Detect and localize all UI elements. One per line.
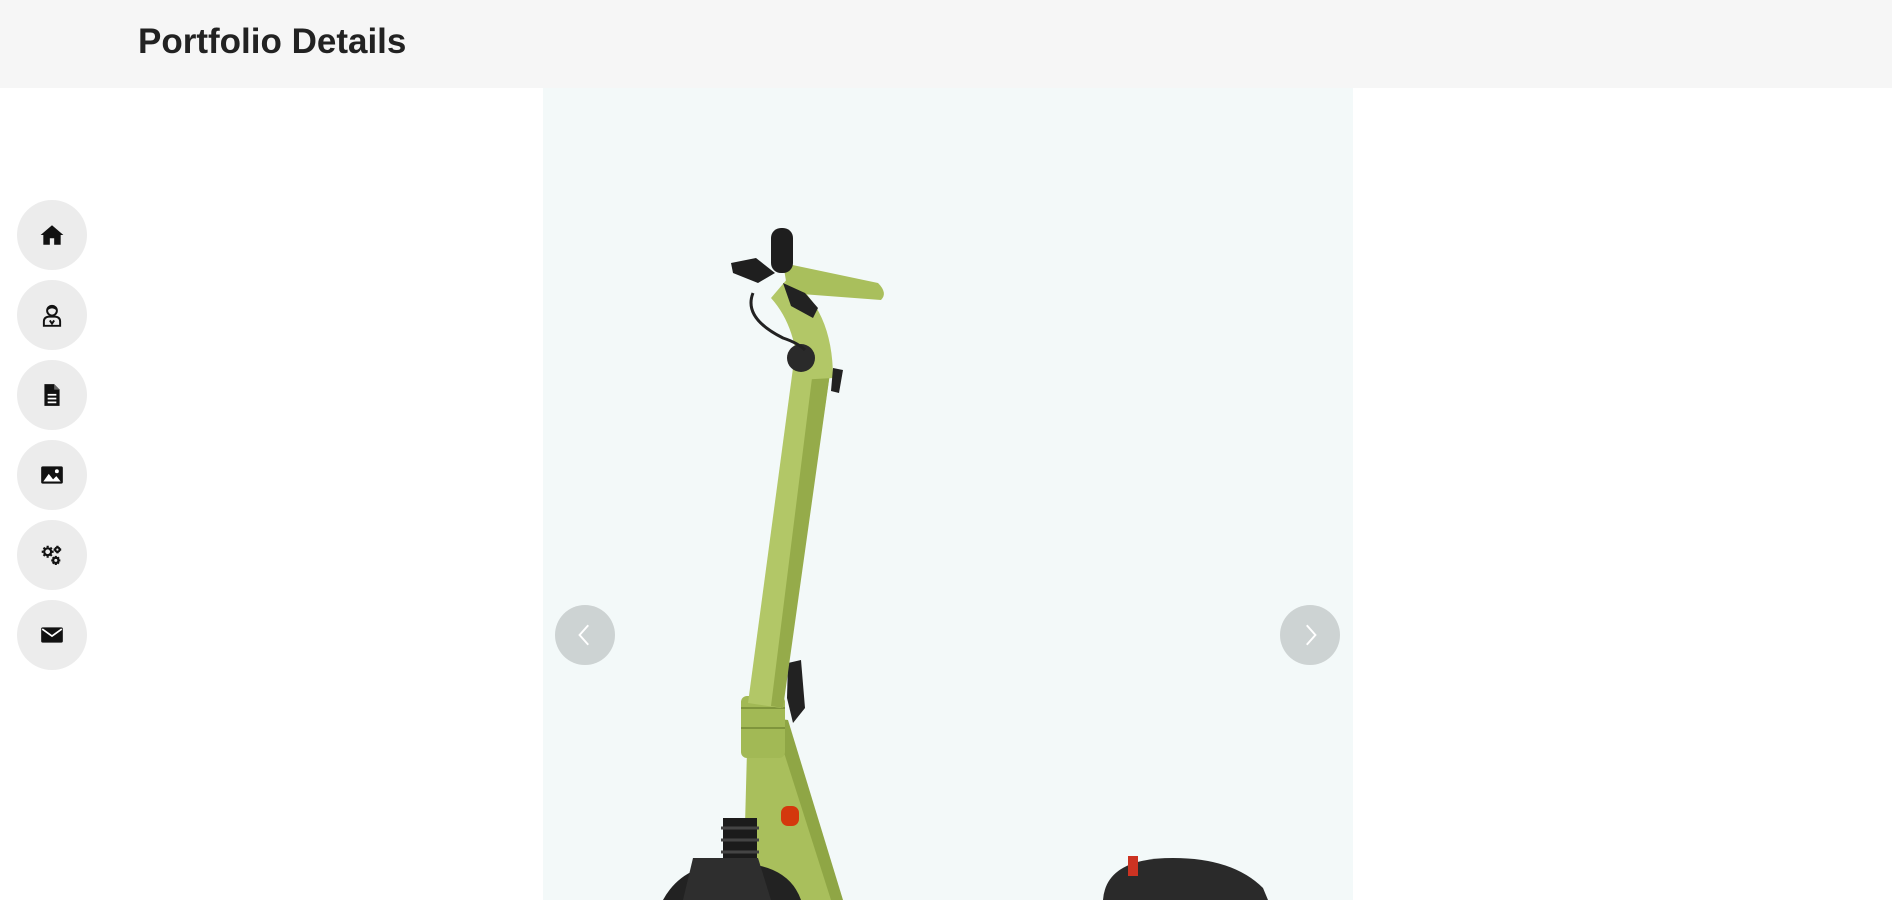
nav-resume-button[interactable]	[17, 360, 87, 430]
scooter-image	[543, 88, 1353, 900]
document-icon	[44, 384, 60, 406]
envelope-icon	[41, 627, 63, 643]
nav-portfolio-button[interactable]	[17, 440, 87, 510]
nav-home-button[interactable]	[17, 200, 87, 270]
chevron-left-icon	[578, 624, 589, 646]
page-header: Portfolio Details	[0, 0, 1892, 88]
page-title: Portfolio Details	[138, 22, 407, 61]
chevron-right-icon	[1306, 624, 1317, 646]
side-nav	[17, 200, 87, 680]
gears-icon	[41, 545, 62, 565]
nav-contact-button[interactable]	[17, 600, 87, 670]
image-icon	[41, 466, 63, 484]
portfolio-slider	[543, 88, 1353, 900]
slider-next-button[interactable]	[1280, 605, 1340, 665]
slider-prev-button[interactable]	[555, 605, 615, 665]
home-icon	[40, 225, 64, 245]
user-icon	[42, 304, 62, 327]
nav-services-button[interactable]	[17, 520, 87, 590]
nav-about-button[interactable]	[17, 280, 87, 350]
